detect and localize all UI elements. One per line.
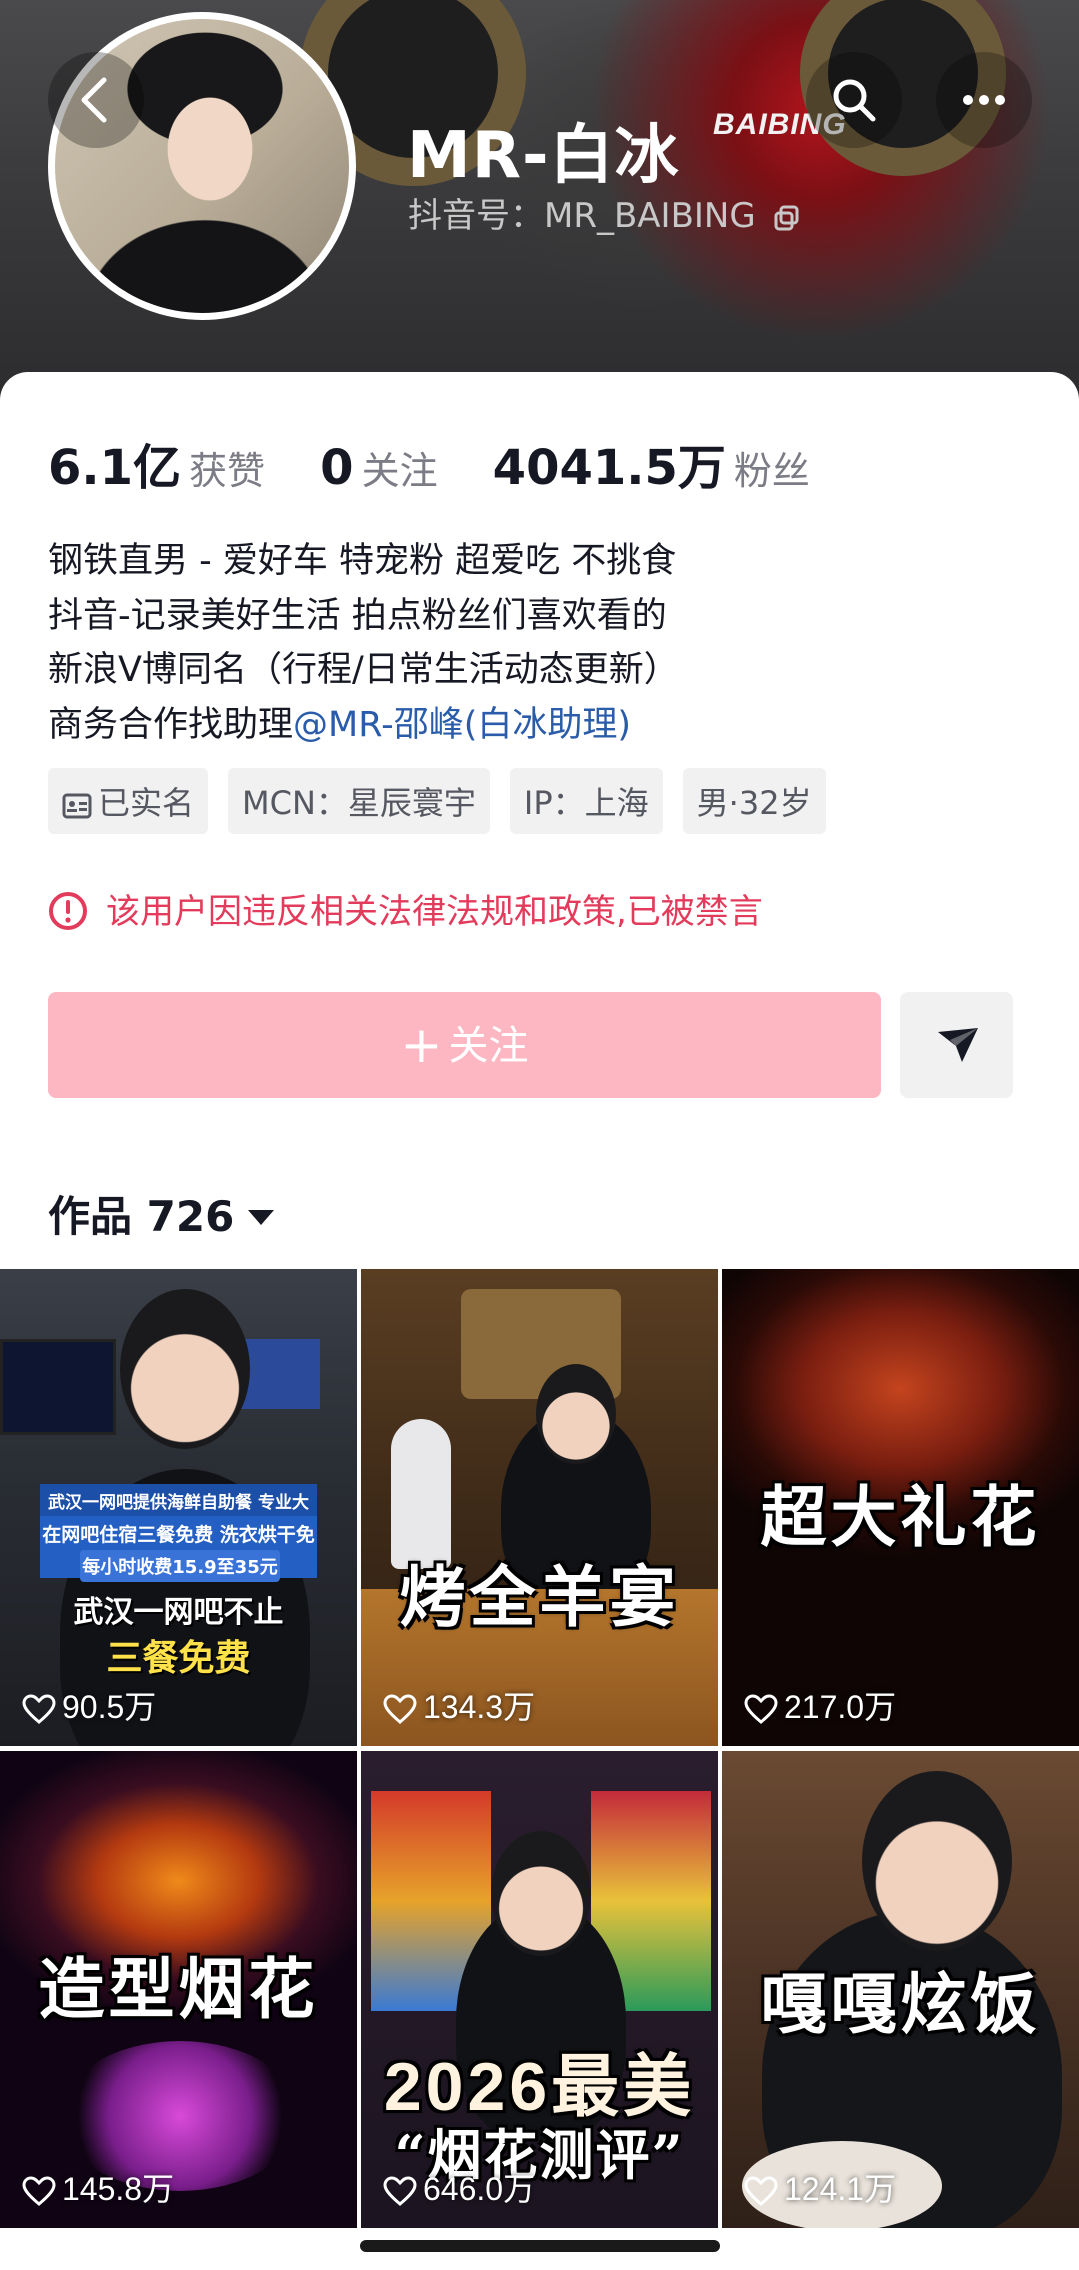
bio-line: 商务合作找助理@MR-邵峰(白冰助理) [48,698,1048,753]
followers-label: 粉丝 [733,449,810,493]
video-caption: 超大礼花 [760,1478,1041,1556]
video-thumbnail[interactable]: 超大礼花 217.0万 [722,1269,1079,1746]
heart-icon [22,2176,56,2206]
follow-button[interactable]: + 关注 [48,992,881,1098]
followers-stat[interactable]: 4041.5万 粉丝 [493,440,860,496]
ban-notice: 该用户因违反相关法律法规和政策,已被禁言 [48,884,763,933]
more-button[interactable] [936,52,1032,148]
person-head [536,1364,616,1464]
video-thumbnail[interactable]: 2026最美 “烟花测评” 646.0万 [361,1751,718,2228]
video-overlay-text: 武汉一网吧不止 [73,1595,284,1630]
monitor-screen [240,1339,320,1409]
likes-count: 6.1亿 [48,440,182,496]
video-thumbnail[interactable]: 造型烟花 145.8万 [0,1751,357,2228]
person-head [862,1771,1012,1951]
verified-tag[interactable]: 已实名 [48,768,209,834]
video-likes: 90.5万 [22,1682,156,1728]
follow-button-label: 关注 [448,1023,529,1069]
search-icon [833,79,876,122]
heart-icon [744,1694,778,1724]
video-likes-count: 217.0万 [784,1689,897,1725]
video-thumbnail[interactable]: 嘎嘎炫饭 124.1万 [722,1751,1079,2228]
id-card-icon [62,793,92,819]
likes-label: 获赞 [189,449,266,493]
video-caption: 嘎嘎炫饭 [760,1965,1041,2043]
video-banner: 每小时收费15.9至35元 [80,1550,280,1582]
heart-icon [383,1694,417,1724]
heart-icon [22,1694,56,1724]
video-likes: 646.0万 [383,2164,535,2210]
person-head [120,1289,250,1449]
video-thumbnail[interactable]: 烤全羊宴 134.3万 [361,1269,718,1746]
works-tab[interactable]: 作品 726 [48,1183,275,1244]
search-button[interactable] [806,52,902,148]
back-button[interactable] [48,52,144,148]
likes-stat[interactable]: 6.1亿 获赞 [48,440,320,496]
video-likes: 217.0万 [744,1682,896,1728]
video-likes-count: 145.8万 [62,2171,175,2207]
works-label: 作品 726 [48,1192,235,1241]
profile-bio: 钢铁直男 - 爱好车 特宠粉 超爱吃 不挑食 抖音-记录美好生活 拍点粉丝们喜欢… [48,534,1048,752]
video-grid: 武汉一网吧提供海鲜自助餐 专业大厨现做 在网吧住宿三餐免费 洗衣烘干免费 每小时… [0,1269,1079,2270]
video-likes: 145.8万 [22,2164,174,2210]
more-icon [963,95,1005,105]
send-icon [938,1028,978,1062]
video-likes-count: 134.3万 [423,1689,536,1725]
bio-line-prefix: 商务合作找助理 [48,704,294,745]
bio-line: 抖音-记录美好生活 拍点粉丝们喜欢看的 [48,595,667,636]
profile-tags: 已实名 MCN：星辰寰宇 IP：上海 男·32岁 [48,768,846,834]
send-message-button[interactable] [900,992,1013,1098]
following-label: 关注 [361,449,438,493]
person-head [491,1831,591,1956]
video-likes: 124.1万 [744,2164,896,2210]
following-stat[interactable]: 0 关注 [320,440,493,496]
douyin-id[interactable]: 抖音号：MR_BAIBING [408,188,801,237]
video-overlay-text: 三餐免费 [106,1638,251,1679]
followers-count: 4041.5万 [492,440,726,496]
home-indicator[interactable] [360,2240,720,2252]
plus-icon: + [400,1016,443,1074]
assistant-mention-link[interactable]: @MR-邵峰(白冰助理) [293,705,631,745]
caret-down-icon [248,1210,275,1225]
video-caption: 造型烟花 [38,1950,319,2028]
gender-age-tag: 男·32岁 [682,768,826,834]
heart-icon [744,2176,778,2206]
video-caption: 烤全羊宴 [399,1558,680,1636]
following-count: 0 [320,440,354,496]
profile-stats: 6.1亿 获赞 0 关注 4041.5万 粉丝 [48,428,860,496]
verified-tag-label: 已实名 [98,784,195,822]
video-likes-count: 90.5万 [62,1689,157,1725]
back-arrow-icon [81,77,107,123]
bio-line: 钢铁直男 - 爱好车 特宠粉 超爱吃 不挑食 [48,541,677,581]
warning-icon [49,892,87,930]
video-thumbnail[interactable]: 武汉一网吧提供海鲜自助餐 专业大厨现做 在网吧住宿三餐免费 洗衣烘干免费 每小时… [0,1269,357,1746]
video-likes-count: 646.0万 [423,2171,536,2207]
heart-icon [383,2176,417,2206]
video-likes-count: 124.1万 [784,2171,897,2207]
ban-notice-text: 该用户因违反相关法律法规和政策,已被禁言 [106,892,763,932]
video-likes: 134.3万 [383,1682,535,1728]
mcn-tag[interactable]: MCN：星辰寰宇 [228,768,490,834]
monitor-screen [0,1339,116,1435]
bio-line: 新浪V博同名（行程/日常生活动态更新） [48,650,679,691]
ip-tag: IP：上海 [509,768,663,834]
copy-icon[interactable] [773,204,801,232]
profile-name: MR-白冰 [407,119,680,193]
douyin-id-text: 抖音号：MR_BAIBING [408,196,756,236]
